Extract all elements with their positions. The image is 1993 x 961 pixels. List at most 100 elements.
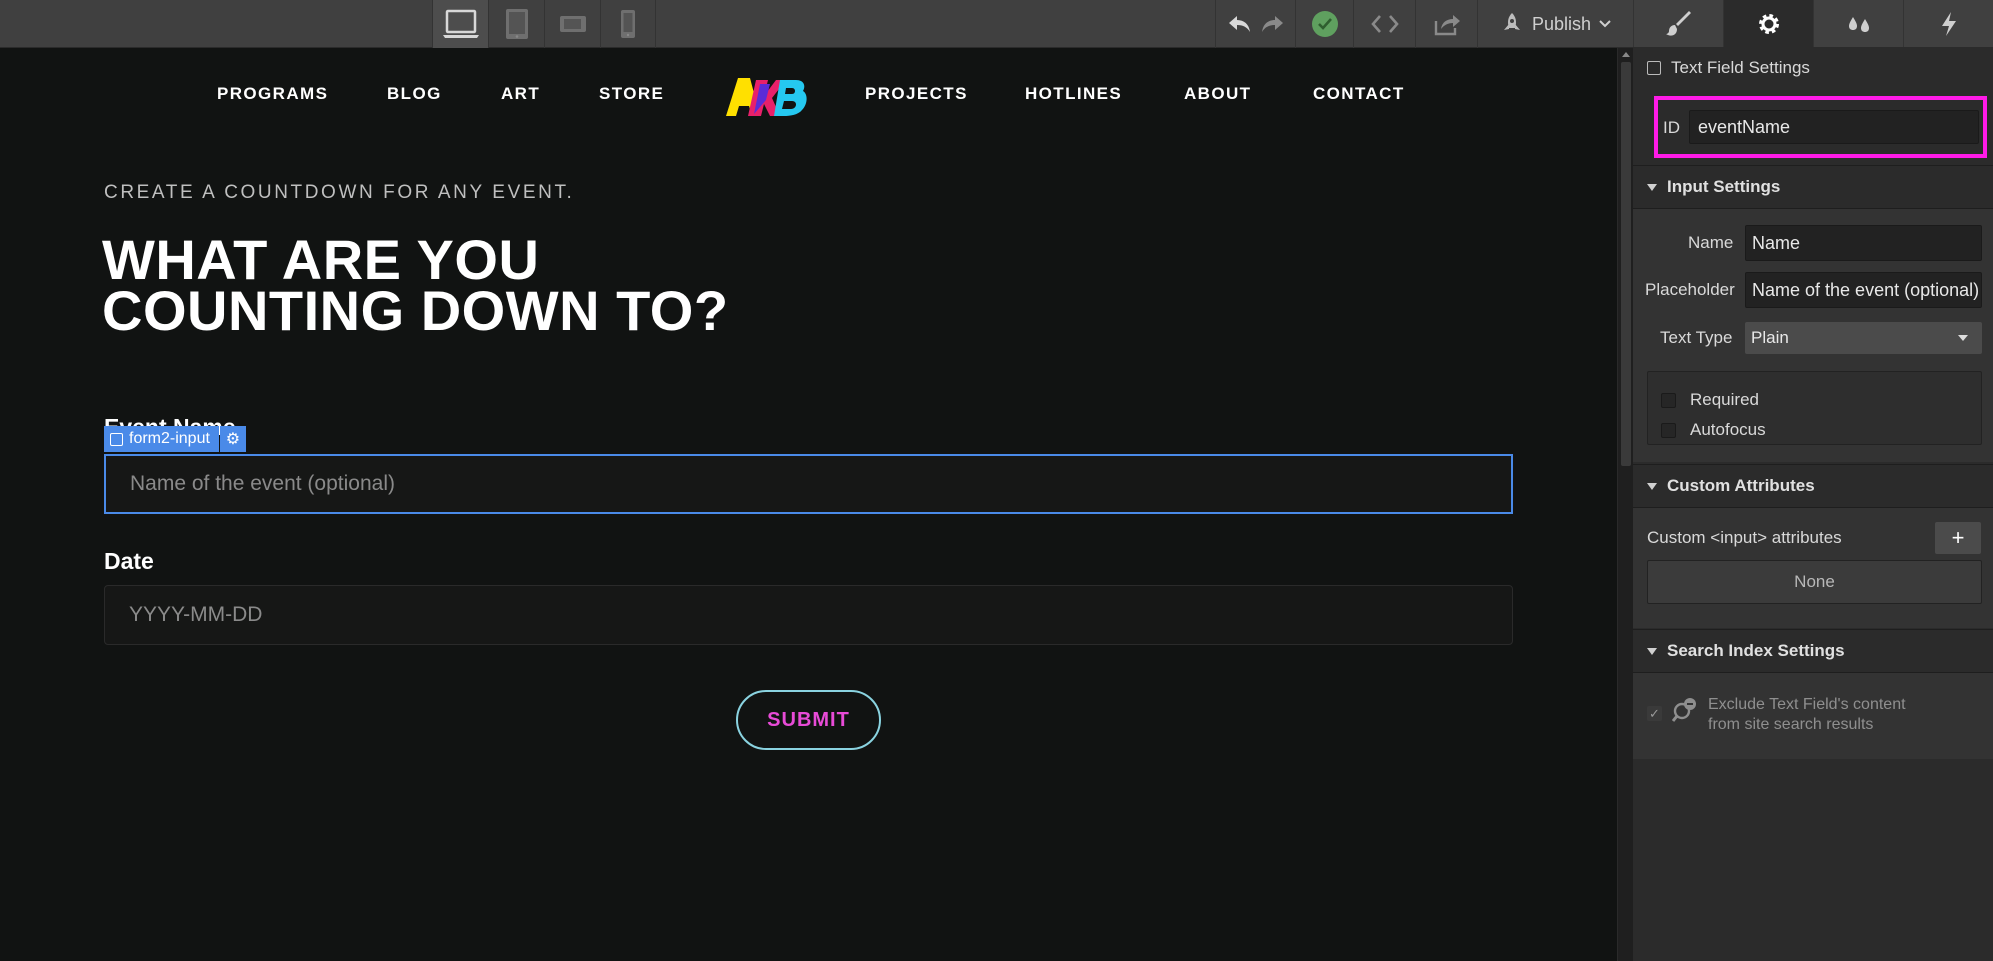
placeholder-input[interactable]: Name of the event (optional) [1745,272,1982,308]
input-settings-body: Name Name Placeholder Name of the event … [1633,209,1993,462]
nav-link-contact[interactable]: CONTACT [1313,84,1405,104]
redo-icon[interactable] [1259,13,1285,35]
device-mobile-portrait-button[interactable] [600,0,656,48]
required-option[interactable]: Required [1661,390,1759,410]
device-mobile-landscape-button[interactable] [544,0,600,48]
element-settings-gear-icon[interactable]: ⚙ [219,426,246,452]
mobile-portrait-icon [621,10,635,38]
chevron-down-icon [1599,20,1611,28]
undo-redo-group [1215,0,1295,48]
date-input[interactable]: YYYY-MM-DD [104,585,1513,645]
collapse-triangle-icon [1647,482,1657,490]
element-square-icon [1647,61,1661,75]
section-search-index[interactable]: Search Index Settings [1633,629,1993,673]
custom-attributes-label: Custom <input> attributes [1647,528,1842,547]
section-custom-attributes[interactable]: Custom Attributes [1633,464,1993,508]
required-label: Required [1690,390,1759,409]
collapse-triangle-icon [1647,647,1657,655]
share-icon [1434,15,1460,36]
share-export-button[interactable] [1415,0,1477,48]
site-nav: PROGRAMS BLOG ART STORE PROJECTS HOTLINE… [0,78,1617,116]
desktop-icon [442,9,479,38]
tab-interactions[interactable] [1903,0,1993,47]
device-switcher [432,0,656,48]
design-canvas: PROGRAMS BLOG ART STORE PROJECTS HOTLINE… [0,48,1617,961]
tab-style-manager[interactable] [1813,0,1903,47]
headline-line-1: WHAT ARE YOU [102,228,540,291]
autofocus-checkbox[interactable] [1661,422,1676,438]
add-attribute-button[interactable]: + [1935,522,1981,554]
exclude-search-option: ✓ Exclude Text Field's content from site… [1647,695,1906,735]
id-label: ID [1663,118,1680,137]
date-placeholder: YYYY-MM-DD [129,603,263,626]
nav-link-art[interactable]: ART [501,84,540,104]
exclude-line-2: from site search results [1708,716,1874,733]
name-input[interactable]: Name [1745,225,1982,261]
id-input[interactable]: eventName [1689,110,1979,144]
event-name-placeholder: Name of the event (optional) [130,472,395,495]
exclude-line-1: Exclude Text Field's content [1708,696,1906,713]
top-toolbar: Publish [0,0,1633,48]
webflow-designer: Publish PROGRAMS BLOG ART STORE PROJECTS… [0,0,1993,961]
nav-link-blog[interactable]: BLOG [387,84,442,104]
selection-tag-label: form2-input [129,430,210,447]
device-tablet-button[interactable] [488,0,544,48]
autofocus-option[interactable]: Autofocus [1661,420,1766,440]
id-value: eventName [1698,116,1791,137]
section-input-settings[interactable]: Input Settings [1633,165,1993,209]
panel-title-text: Text Field Settings [1671,58,1810,77]
code-icon [1370,15,1399,33]
settings-panel: Text Field Settings ID eventName Input S… [1633,48,1993,961]
nav-link-programs[interactable]: PROGRAMS [217,84,328,104]
publish-button[interactable]: Publish [1477,0,1633,48]
site-logo[interactable] [724,74,808,118]
custom-attributes-body: Custom <input> attributes + None [1633,508,1993,628]
tab-settings[interactable] [1723,0,1813,47]
site-status-button[interactable] [1295,0,1353,48]
device-desktop-button[interactable] [432,0,488,48]
section-custom-attributes-label: Custom Attributes [1667,476,1815,495]
element-square-icon [110,432,123,446]
search-exclude-icon [1672,698,1696,722]
text-type-value: Plain [1751,328,1789,347]
required-checkbox[interactable] [1661,392,1676,408]
rocket-icon [1503,13,1520,30]
lightning-icon [1941,11,1956,36]
exclude-search-text: Exclude Text Field's content from site s… [1708,695,1906,735]
canvas-scrollbar[interactable] [1617,48,1633,961]
toolbar-actions: Publish [1215,0,1633,48]
nav-link-about[interactable]: ABOUT [1184,84,1251,104]
scrollbar-thumb[interactable] [1621,62,1631,466]
name-value: Name [1752,232,1801,253]
section-search-index-label: Search Index Settings [1667,641,1845,660]
panel-tabs [1633,0,1993,48]
publish-label: Publish [1531,13,1592,34]
date-label: Date [104,548,154,574]
placeholder-value: Name of the event (optional) [1752,279,1980,300]
panel-title: Text Field Settings [1647,58,1810,78]
nav-link-projects[interactable]: PROJECTS [865,84,968,104]
gear-icon [1758,13,1779,34]
text-type-label: Text Type [1660,328,1733,347]
search-index-body: ✓ Exclude Text Field's content from site… [1633,673,1993,759]
tab-style[interactable] [1633,0,1723,47]
mobile-landscape-icon [559,16,586,32]
check-circle-icon [1311,11,1338,37]
page-headline: WHAT ARE YOU COUNTING DOWN TO? [102,228,862,339]
selection-tag[interactable]: form2-input ⚙ [104,426,246,452]
caret-down-icon [1958,335,1968,341]
exclude-search-checkbox: ✓ [1647,706,1662,721]
undo-icon[interactable] [1227,13,1253,35]
submit-button[interactable]: SUBMIT [736,690,881,750]
text-type-select[interactable]: Plain [1745,322,1982,354]
nav-link-hotlines[interactable]: HOTLINES [1025,84,1122,104]
autofocus-label: Autofocus [1690,420,1766,439]
code-view-button[interactable] [1353,0,1415,48]
page-eyebrow: CREATE A COUNTDOWN FOR ANY EVENT. [104,182,575,203]
nav-link-store[interactable]: STORE [599,84,664,104]
tablet-icon [505,9,528,39]
placeholder-label: Placeholder [1645,280,1735,299]
event-name-input[interactable]: Name of the event (optional) [104,454,1513,514]
scroll-up-arrow-icon[interactable] [1622,52,1630,57]
name-label: Name [1688,233,1734,252]
